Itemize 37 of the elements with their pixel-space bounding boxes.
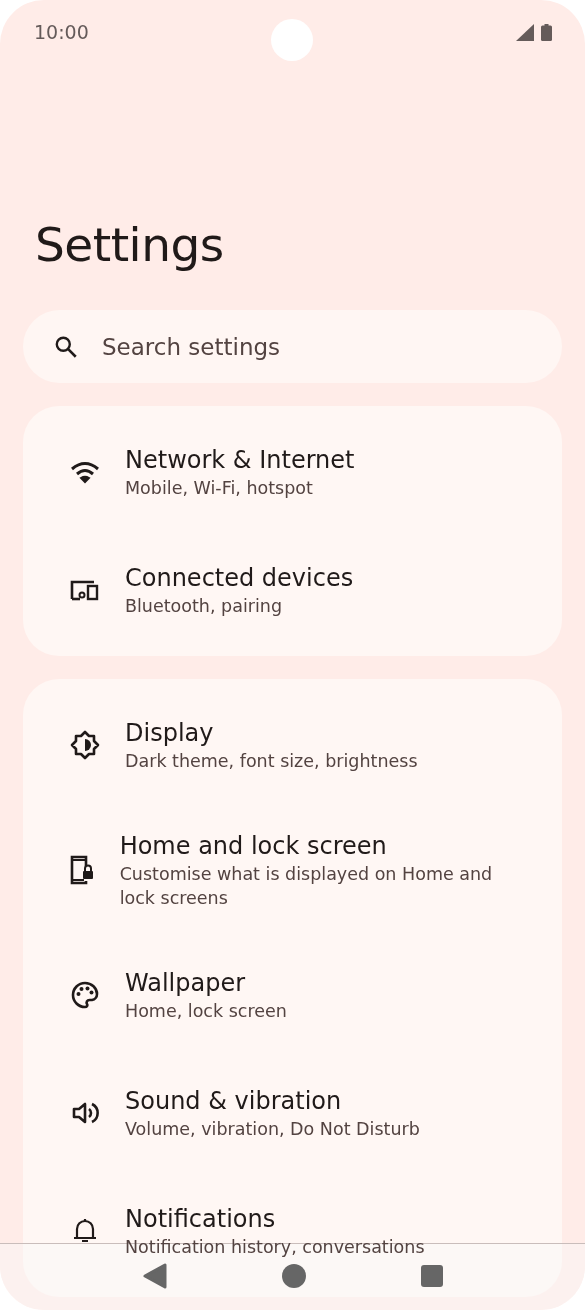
search-icon	[53, 334, 79, 360]
item-subtitle: Notification history, conversations	[125, 1236, 426, 1259]
item-title: Home and lock screen	[119, 831, 388, 862]
item-subtitle: Dark theme, font size, brightness	[125, 750, 419, 773]
item-title: Notifications	[125, 1204, 277, 1235]
home-icon[interactable]	[281, 1264, 306, 1288]
page-title: Settings	[35, 216, 225, 274]
battery-icon	[541, 23, 552, 41]
brightness-icon	[69, 729, 101, 761]
palette-icon	[70, 980, 100, 1010]
settings-item[interactable]: Wallpaper Home, lock screen	[23, 936, 562, 1054]
item-title: Connected devices	[125, 563, 354, 594]
status-time: 10:00	[34, 21, 89, 43]
item-subtitle: Volume, vibration, Do Not Disturb	[125, 1118, 421, 1141]
back-icon[interactable]	[142, 1263, 167, 1289]
item-title: Wallpaper	[125, 968, 247, 999]
settings-item[interactable]: Home and lock screen Customise what is displayed on Home and lock screens	[23, 804, 562, 936]
item-title: Display	[125, 718, 215, 749]
item-subtitle: Home, lock screen	[125, 1000, 288, 1023]
settings-item[interactable]: Notifications Notification history, conversations	[23, 1172, 562, 1290]
item-subtitle: Customise what is displayed on Home and lock screens	[119, 863, 494, 910]
wifi-icon	[69, 460, 101, 484]
bell-icon	[72, 1217, 98, 1245]
item-title: Network & Internet	[125, 445, 355, 476]
item-subtitle: Mobile, Wi-Fi, hotspot	[125, 477, 314, 500]
search-field[interactable]: Search settings	[23, 310, 562, 383]
settings-item[interactable]: Display Dark theme, font size, brightness	[23, 686, 562, 804]
speaker-icon	[71, 1100, 99, 1126]
devices-icon	[69, 578, 101, 602]
settings-item[interactable]: Sound & vibration Volume, vibration, Do Not Disturb	[23, 1054, 562, 1172]
recents-icon[interactable]	[420, 1265, 443, 1287]
phone-lock-icon	[69, 854, 96, 886]
settings-item[interactable]: Connected devices Bluetooth, pairing	[23, 531, 562, 649]
item-subtitle: Bluetooth, pairing	[125, 595, 284, 618]
item-title: Sound & vibration	[125, 1086, 343, 1117]
settings-item[interactable]: Network & Internet Mobile, Wi-Fi, hotspot	[23, 413, 562, 531]
signal-icon	[516, 23, 534, 41]
